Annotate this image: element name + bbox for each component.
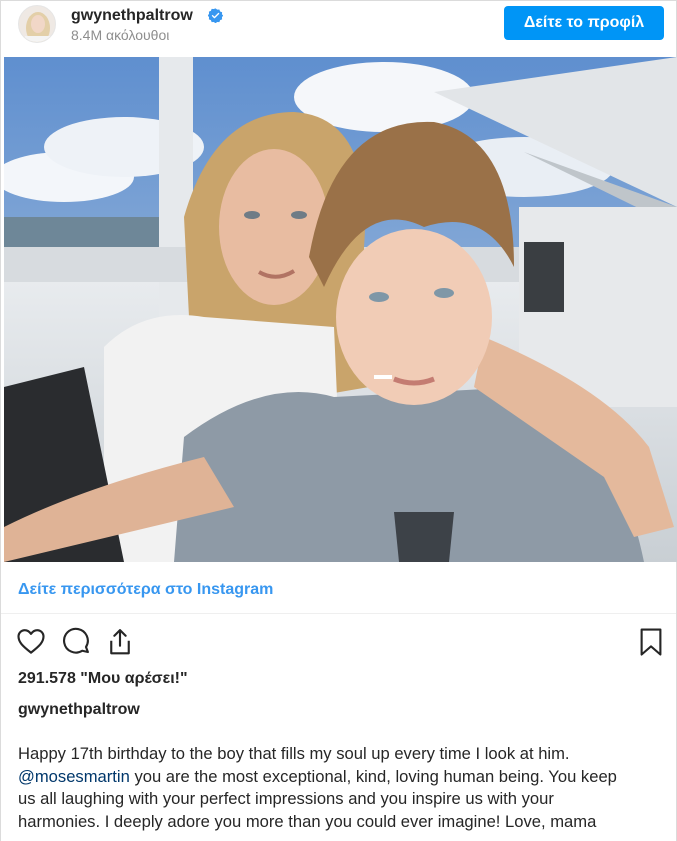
avatar[interactable] — [18, 5, 56, 43]
post-header: gwynethpaltrow 8.4M ακόλουθοι Δείτε το π… — [1, 1, 676, 57]
post-photo[interactable] — [4, 57, 677, 562]
action-bar — [1, 623, 676, 663]
caption-line-3: us all laughing with your perfect impres… — [18, 789, 554, 808]
post-caption: Happy 17th birthday to the boy that fill… — [18, 743, 658, 833]
view-profile-button[interactable]: Δείτε το προφίλ — [504, 6, 664, 40]
instagram-embed-card: gwynethpaltrow 8.4M ακόλουθοι Δείτε το π… — [0, 0, 677, 841]
share-icon[interactable] — [105, 627, 135, 657]
view-more-on-instagram-link[interactable]: Δείτε περισσότερα στο Instagram — [18, 581, 273, 599]
divider — [1, 613, 676, 614]
post-owner-username[interactable]: gwynethpaltrow — [18, 701, 140, 719]
caption-line-2-text: you are the most exceptional, kind, lovi… — [129, 766, 617, 786]
like-count[interactable]: 291.578 "Μου αρέσει!" — [18, 670, 188, 688]
caption-line-4: harmonies. I deeply adore you more than … — [18, 811, 597, 831]
caption-line-1: Happy 17th birthday to the boy that fill… — [18, 744, 570, 763]
caption-line-2: @mosesmartin you are the most exceptiona… — [18, 766, 658, 789]
comment-icon[interactable] — [61, 627, 91, 657]
header-username[interactable]: gwynethpaltrow — [71, 7, 193, 25]
heart-icon[interactable] — [16, 627, 46, 657]
mention-link[interactable]: @mosesmartin — [18, 767, 130, 786]
bookmark-icon[interactable] — [636, 627, 666, 657]
follower-count: 8.4M ακόλουθοι — [71, 27, 170, 43]
verified-badge-icon — [208, 8, 223, 23]
